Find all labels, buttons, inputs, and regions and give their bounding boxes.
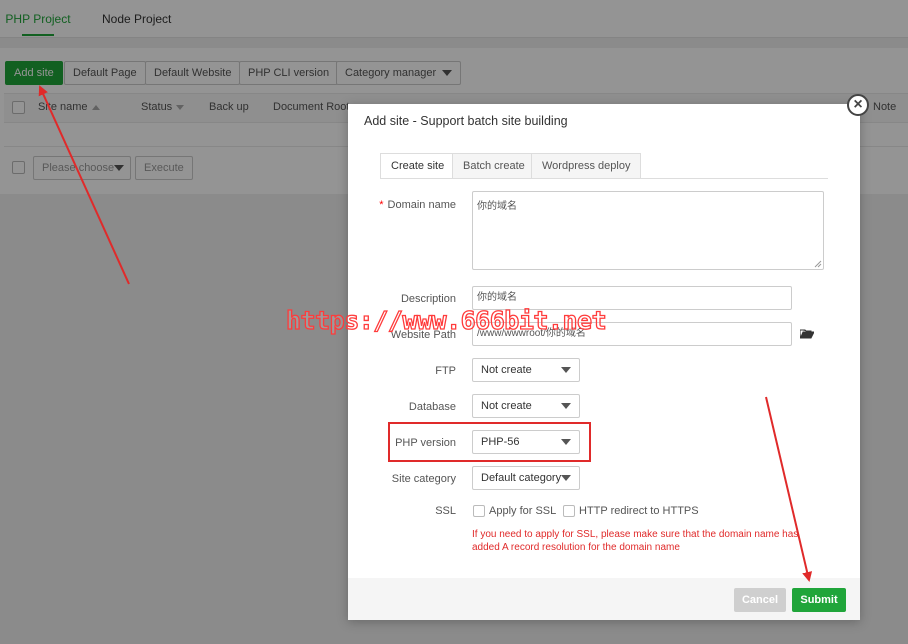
close-icon[interactable]: × — [847, 94, 869, 116]
domain-label-text: Domain name — [387, 199, 456, 211]
https-redirect-checkbox[interactable] — [563, 505, 575, 517]
database-value: Not create — [481, 400, 532, 412]
ftp-value: Not create — [481, 364, 532, 376]
apply-ssl-label[interactable]: Apply for SSL — [489, 505, 556, 517]
apply-ssl-checkbox[interactable] — [473, 505, 485, 517]
domain-value: 你的域名 — [477, 201, 517, 212]
chevron-down-icon — [561, 367, 571, 373]
cancel-button[interactable]: Cancel — [734, 588, 786, 612]
domain-textarea[interactable]: 你的域名 — [472, 191, 824, 270]
ssl-warning-note: If you need to apply for SSL, please mak… — [472, 529, 799, 553]
tab-wordpress-deploy[interactable]: Wordpress deploy — [531, 153, 642, 179]
chevron-down-icon — [561, 475, 571, 481]
ftp-label: FTP — [435, 365, 456, 377]
chevron-down-icon — [561, 403, 571, 409]
resize-handle-icon[interactable] — [814, 260, 822, 268]
site-category-value: Default category — [481, 472, 562, 484]
description-label: Description — [400, 293, 456, 305]
dialog-title: Add site - Support batch site building — [364, 114, 568, 128]
domain-label: * Domain name — [348, 199, 456, 211]
tab-batch-create[interactable]: Batch create — [452, 153, 536, 179]
database-select[interactable]: Not create — [472, 394, 580, 418]
required-mark: * — [379, 199, 384, 211]
https-redirect-label[interactable]: HTTP redirect to HTTPS — [579, 505, 699, 517]
ssl-label: SSL — [435, 505, 456, 517]
submit-button[interactable]: Submit — [792, 588, 846, 612]
tab-divider — [380, 178, 828, 179]
dialog-footer: Cancel Submit — [348, 578, 860, 620]
add-site-dialog: Add site - Support batch site building C… — [348, 104, 860, 620]
watermark-text: https://www.666bit.net — [285, 305, 607, 335]
ftp-select[interactable]: Not create — [472, 358, 580, 382]
database-label: Database — [408, 401, 456, 413]
site-category-select[interactable]: Default category — [472, 466, 580, 490]
folder-open-icon[interactable] — [800, 328, 814, 339]
tab-create-site[interactable]: Create site — [380, 153, 456, 179]
site-category-label: Site category — [391, 473, 456, 485]
php-version-highlight-box — [388, 422, 591, 462]
